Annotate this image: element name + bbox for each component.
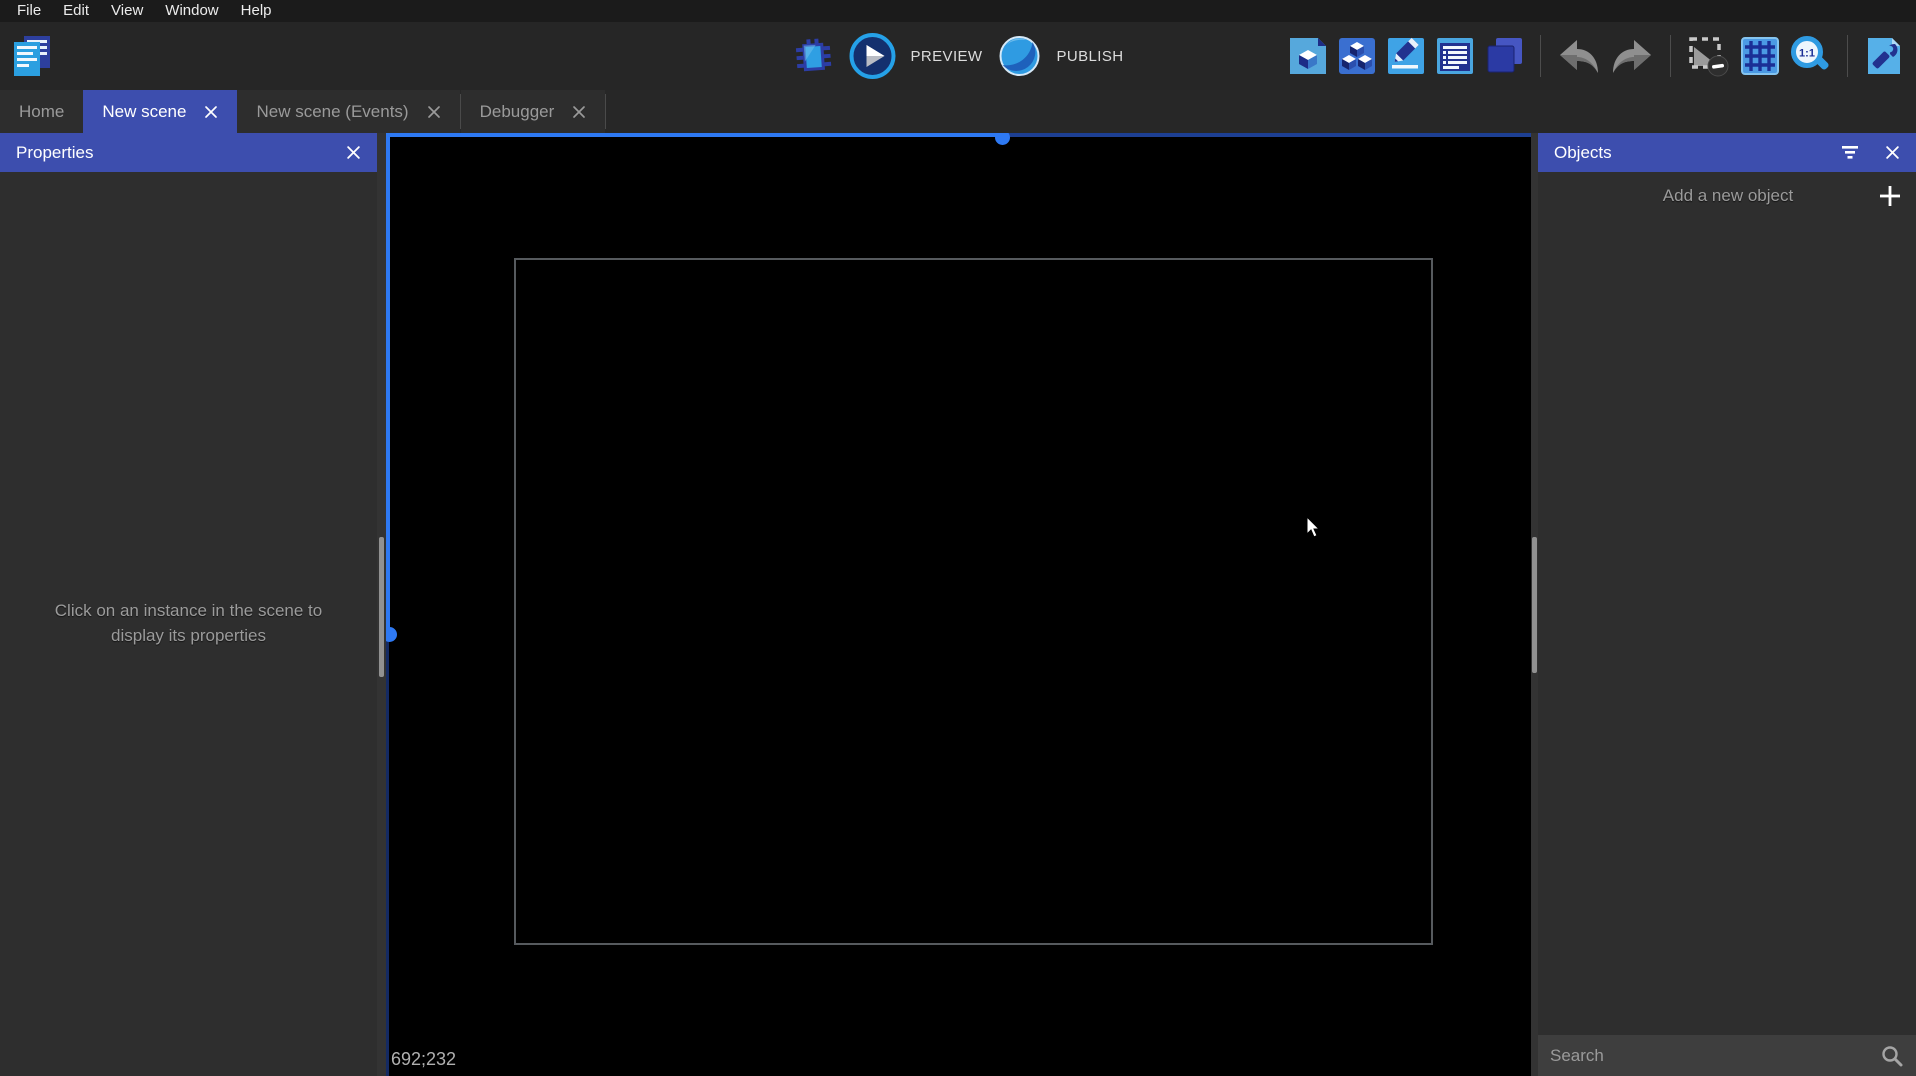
game-window-frame <box>514 258 1433 945</box>
scene-canvas[interactable]: 692;232 <box>386 133 1531 1076</box>
undo-icon <box>1560 40 1598 73</box>
filter-objects-button[interactable] <box>1841 145 1859 160</box>
wrench-document-icon <box>1868 38 1900 74</box>
toolbar-separator <box>1847 35 1848 77</box>
selection-handle-left[interactable] <box>386 627 397 642</box>
redo-button[interactable] <box>1610 36 1654 76</box>
tab-label: Home <box>19 101 65 121</box>
tab-debugger[interactable]: Debugger <box>460 90 606 133</box>
redo-icon <box>1613 40 1651 73</box>
properties-panel: Properties Click on an instance in the s… <box>0 133 377 1076</box>
scrollbar-thumb[interactable] <box>1532 537 1537 673</box>
edit-scene-button[interactable] <box>1386 36 1426 76</box>
scene-properties-icon <box>1290 38 1326 74</box>
close-icon <box>205 105 218 118</box>
tab-label: New scene <box>102 101 187 121</box>
properties-empty-hint: Click on an instance in the scene to dis… <box>54 601 323 645</box>
project-manager-button[interactable] <box>6 34 58 78</box>
toolbar-separator <box>1540 35 1541 77</box>
tab-new-scene[interactable]: New scene <box>83 90 238 133</box>
close-icon <box>573 105 586 118</box>
objects-search-bar <box>1538 1035 1916 1076</box>
publish-sphere-icon <box>999 36 1040 76</box>
toolbar-separator <box>1670 35 1671 77</box>
close-tab-button[interactable] <box>572 105 586 119</box>
preview-label[interactable]: PREVIEW <box>911 48 983 65</box>
canvas-left-scrollbar[interactable] <box>377 133 386 1076</box>
selection-handle-top[interactable] <box>995 133 1010 145</box>
canvas-right-scrollbar[interactable] <box>1531 133 1538 1076</box>
selection-edge-left-far <box>386 634 389 1076</box>
plus-icon <box>1880 185 1900 206</box>
selection-edge-top <box>386 133 1004 137</box>
toolbar-center-group: PREVIEW PUBLISH <box>793 22 1124 90</box>
add-object-label: Add a new object <box>1662 185 1794 205</box>
toolbar-right-group: 1:1 <box>1288 35 1904 77</box>
tab-divider <box>605 94 607 129</box>
menu-bar: File Edit View Window Help <box>0 0 1916 22</box>
menu-view[interactable]: View <box>100 0 154 22</box>
scrollbar-thumb[interactable] <box>379 537 384 677</box>
zoom-original-button[interactable]: 1:1 <box>1789 35 1831 77</box>
tab-label: New scene (Events) <box>256 101 409 121</box>
scene-properties-button[interactable] <box>1288 36 1328 76</box>
layers-button[interactable] <box>1484 36 1524 76</box>
close-icon <box>427 105 440 118</box>
selection-edge-left <box>386 133 390 634</box>
layers-icon <box>1487 38 1522 73</box>
menu-file[interactable]: File <box>6 0 52 22</box>
pencil-icon <box>1388 37 1424 74</box>
menu-help[interactable]: Help <box>230 0 283 22</box>
gdevelop-window: File Edit View Window Help PREVIEW PUBLI… <box>0 0 1916 1076</box>
grid-icon <box>1741 37 1779 75</box>
setup-grid-button[interactable] <box>1864 36 1904 76</box>
mouse-coordinates-label: 692;232 <box>391 1049 457 1069</box>
properties-panel-title: Properties <box>16 142 94 162</box>
selection-remove-icon <box>1689 37 1729 77</box>
objects-panel: Objects Add a new object Search <box>1538 133 1916 1076</box>
add-object-row[interactable]: Add a new object <box>1538 172 1916 219</box>
tab-home[interactable]: Home <box>0 90 84 133</box>
preview-button[interactable] <box>849 32 897 80</box>
objects-panel-header: Objects <box>1538 133 1916 172</box>
editor-tab-bar: Home New scene New scene (Events) Debugg… <box>0 90 1916 133</box>
close-tab-button[interactable] <box>204 105 218 119</box>
publish-button[interactable] <box>996 33 1042 79</box>
add-object-button[interactable] <box>1878 184 1902 208</box>
project-manager-icon <box>14 36 50 76</box>
close-icon <box>347 146 360 159</box>
objects-panel-title: Objects <box>1554 142 1612 162</box>
objects-search-input[interactable] <box>1550 1045 1880 1066</box>
svg-text:1:1: 1:1 <box>1799 48 1815 60</box>
objects-panel-button[interactable] <box>1337 36 1377 76</box>
publish-label[interactable]: PUBLISH <box>1056 48 1123 65</box>
grid-button[interactable] <box>1740 36 1780 76</box>
zoom-1-1-icon: 1:1 <box>1791 36 1829 70</box>
objects-cubes-icon <box>1339 38 1375 74</box>
play-icon <box>849 33 896 79</box>
debug-bug-icon <box>795 38 832 72</box>
close-objects-button[interactable] <box>1885 145 1900 160</box>
close-properties-button[interactable] <box>346 145 361 160</box>
list-icon <box>1437 38 1473 74</box>
debug-button[interactable] <box>793 35 835 77</box>
undo-button[interactable] <box>1557 36 1601 76</box>
instances-list-button[interactable] <box>1435 36 1475 76</box>
search-icon <box>1882 1045 1903 1066</box>
menu-edit[interactable]: Edit <box>52 0 100 22</box>
tab-label: Debugger <box>479 101 555 121</box>
properties-panel-header: Properties <box>0 133 377 172</box>
close-icon <box>1886 146 1899 159</box>
tab-new-scene-events[interactable]: New scene (Events) <box>237 90 460 133</box>
close-tab-button[interactable] <box>427 105 441 119</box>
mouse-cursor-icon <box>1306 517 1321 538</box>
clear-selection-button[interactable] <box>1687 35 1731 77</box>
menu-window[interactable]: Window <box>154 0 229 22</box>
main-toolbar: PREVIEW PUBLISH 1:1 <box>0 22 1916 90</box>
filter-icon <box>1842 146 1858 159</box>
